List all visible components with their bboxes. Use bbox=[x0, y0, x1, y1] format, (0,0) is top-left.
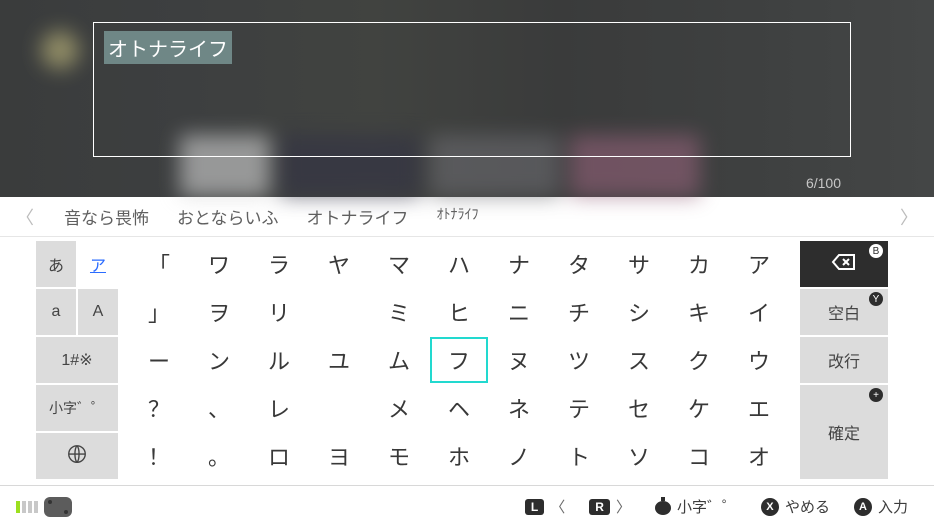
suggestion-bar: 〈 音なら畏怖 おとならいふ オトナライフ ｵﾄﾅﾗｲﾌ 〉 bbox=[0, 197, 934, 237]
key[interactable]: 」 bbox=[130, 289, 188, 335]
key[interactable]: ノ bbox=[490, 433, 548, 479]
key[interactable]: ハ bbox=[430, 241, 488, 287]
key[interactable]: ヤ bbox=[310, 241, 368, 287]
confirm-button[interactable]: 確定 + bbox=[800, 385, 888, 479]
hint-stick: 小字゛゜ bbox=[655, 496, 737, 517]
input-area: オトナライフ 6/100 bbox=[0, 0, 934, 197]
key[interactable]: ミ bbox=[370, 289, 428, 335]
mode-symbols[interactable]: 1#※ bbox=[36, 337, 118, 383]
key[interactable]: ソ bbox=[610, 433, 668, 479]
space-button[interactable]: 空白 Y bbox=[800, 289, 888, 335]
badge-y: Y bbox=[869, 292, 883, 306]
l-button-icon: L bbox=[525, 499, 544, 515]
x-button-icon: X bbox=[761, 498, 779, 516]
backspace-button[interactable]: B bbox=[800, 241, 888, 287]
key[interactable]: イ bbox=[730, 289, 788, 335]
key[interactable]: サ bbox=[610, 241, 668, 287]
key[interactable]: ニ bbox=[490, 289, 548, 335]
key[interactable]: オ bbox=[730, 433, 788, 479]
key[interactable]: エ bbox=[730, 385, 788, 431]
key[interactable]: ス bbox=[610, 337, 668, 383]
key[interactable]: ア bbox=[730, 241, 788, 287]
key[interactable]: セ bbox=[610, 385, 668, 431]
key[interactable]: 「 bbox=[130, 241, 188, 287]
key[interactable]: ヘ bbox=[430, 385, 488, 431]
suggestion-list: 音なら畏怖 おとならいふ オトナライフ ｵﾄﾅﾗｲﾌ bbox=[50, 204, 884, 229]
key[interactable]: ク bbox=[670, 337, 728, 383]
text-input-box[interactable]: オトナライフ bbox=[93, 22, 851, 157]
footer-bar: L 〈 R 〉 小字゛゜ X やめる A 入力 bbox=[0, 485, 934, 525]
key[interactable]: ロ bbox=[250, 433, 308, 479]
r-button-icon: R bbox=[589, 499, 610, 515]
key[interactable]: キ bbox=[670, 289, 728, 335]
key[interactable]: モ bbox=[370, 433, 428, 479]
key[interactable]: ？ bbox=[130, 385, 188, 431]
suggestion-item[interactable]: ｵﾄﾅﾗｲﾌ bbox=[437, 204, 479, 229]
mode-hiragana[interactable]: あ bbox=[36, 241, 76, 287]
mode-lowercase[interactable]: a bbox=[36, 289, 76, 335]
key[interactable]: ホ bbox=[430, 433, 488, 479]
newline-button[interactable]: 改行 bbox=[800, 337, 888, 383]
mode-language[interactable] bbox=[36, 433, 118, 479]
hint-l: L 〈 bbox=[525, 496, 565, 517]
key[interactable]: ウ bbox=[730, 337, 788, 383]
key[interactable]: 、 bbox=[190, 385, 248, 431]
key[interactable]: ヨ bbox=[310, 433, 368, 479]
key[interactable]: 。 bbox=[190, 433, 248, 479]
key[interactable]: ワ bbox=[190, 241, 248, 287]
key[interactable]: ！ bbox=[130, 433, 188, 479]
joycon-icon bbox=[44, 497, 72, 517]
key[interactable]: メ bbox=[370, 385, 428, 431]
mode-uppercase[interactable]: A bbox=[78, 289, 118, 335]
key[interactable]: カ bbox=[670, 241, 728, 287]
suggestion-item[interactable]: 音なら畏怖 bbox=[64, 204, 149, 229]
badge-plus: + bbox=[869, 388, 883, 402]
key[interactable]: ユ bbox=[310, 337, 368, 383]
key[interactable] bbox=[310, 289, 368, 335]
key[interactable]: ラ bbox=[250, 241, 308, 287]
key[interactable]: マ bbox=[370, 241, 428, 287]
key[interactable]: シ bbox=[610, 289, 668, 335]
key[interactable]: テ bbox=[550, 385, 608, 431]
key[interactable]: ー bbox=[130, 337, 188, 383]
entered-text: オトナライフ bbox=[104, 31, 232, 64]
key[interactable]: ナ bbox=[490, 241, 548, 287]
key[interactable]: ケ bbox=[670, 385, 728, 431]
key[interactable]: ト bbox=[550, 433, 608, 479]
key[interactable]: リ bbox=[250, 289, 308, 335]
key[interactable]: ヲ bbox=[190, 289, 248, 335]
key[interactable]: ム bbox=[370, 337, 428, 383]
controller-status bbox=[16, 497, 72, 517]
globe-icon bbox=[66, 443, 88, 470]
suggestion-prev-icon[interactable]: 〈 bbox=[10, 204, 40, 230]
key[interactable]: コ bbox=[670, 433, 728, 479]
badge-b: B bbox=[869, 244, 883, 258]
key[interactable]: レ bbox=[250, 385, 308, 431]
hint-cancel: X やめる bbox=[761, 496, 830, 517]
stick-press-icon bbox=[655, 499, 671, 515]
hint-input: A 入力 bbox=[854, 496, 908, 517]
suggestion-next-icon[interactable]: 〉 bbox=[894, 204, 924, 230]
key[interactable]: ツ bbox=[550, 337, 608, 383]
hint-r: R 〉 bbox=[589, 496, 631, 517]
a-button-icon: A bbox=[854, 498, 872, 516]
key[interactable]: ル bbox=[250, 337, 308, 383]
key[interactable]: ネ bbox=[490, 385, 548, 431]
suggestion-item[interactable]: おとならいふ bbox=[177, 204, 279, 229]
key[interactable] bbox=[310, 385, 368, 431]
mode-katakana[interactable]: ア bbox=[78, 241, 118, 287]
keyboard: あ ア 「 ワ ラ ヤ マ ハ ナ タ サ カ ア B a A 」 ヲ リ ミ … bbox=[0, 237, 934, 485]
key[interactable]: ヒ bbox=[430, 289, 488, 335]
key[interactable]: チ bbox=[550, 289, 608, 335]
backspace-icon bbox=[831, 253, 857, 276]
char-counter: 6/100 bbox=[806, 175, 841, 191]
key[interactable]: タ bbox=[550, 241, 608, 287]
mode-small-chars[interactable]: 小字゛゜ bbox=[36, 385, 118, 431]
key[interactable]: ヌ bbox=[490, 337, 548, 383]
key[interactable]: ン bbox=[190, 337, 248, 383]
key-selected[interactable]: フ bbox=[430, 337, 488, 383]
suggestion-item[interactable]: オトナライフ bbox=[307, 204, 409, 229]
